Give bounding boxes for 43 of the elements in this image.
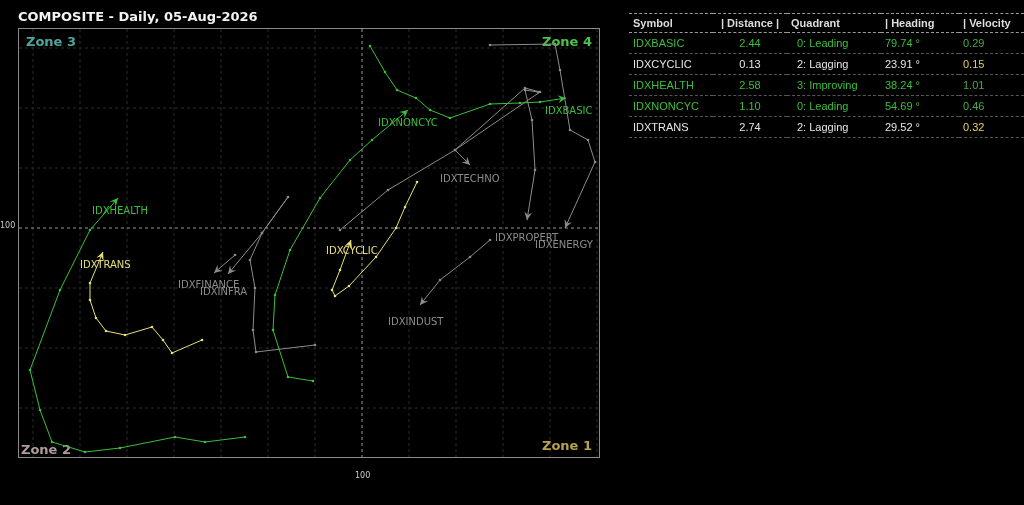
- series-label: IDXENERGY: [535, 239, 593, 250]
- table-cell: IDXTRANS: [629, 116, 713, 138]
- table-cell: 54.69 °: [881, 95, 959, 117]
- table-cell: 0: Leading: [787, 95, 881, 117]
- column-header: | Heading: [881, 13, 959, 33]
- zone-label: Zone 4: [542, 34, 592, 49]
- series-label: IDXCYCLIC: [326, 245, 378, 256]
- column-header: Symbol: [629, 13, 713, 33]
- table-cell: 0.15: [959, 53, 1024, 75]
- table-cell: 0: Leading: [787, 32, 881, 54]
- table-cell: 0.13: [713, 53, 787, 75]
- table-cell: 0.32: [959, 116, 1024, 138]
- table-cell: 0.29: [959, 32, 1024, 54]
- table-cell: 2.58: [713, 74, 787, 96]
- column-header: | Distance |: [713, 13, 787, 33]
- table-cell: 2: Lagging: [787, 116, 881, 138]
- table-cell: 38.24 °: [881, 74, 959, 96]
- table-cell: 3: Improving: [787, 74, 881, 96]
- table-cell: IDXNONCYC: [629, 95, 713, 117]
- table-cell: IDXHEALTH: [629, 74, 713, 96]
- zone-label: Zone 1: [542, 438, 592, 453]
- table-cell: 2.44: [713, 32, 787, 54]
- table-cell: 2.74: [713, 116, 787, 138]
- table-cell: 79.74 °: [881, 32, 959, 54]
- zone-label: Zone 3: [26, 34, 76, 49]
- table-cell: 29.52 °: [881, 116, 959, 138]
- series-label: IDXINFRA: [200, 286, 248, 297]
- table-cell: 0.46: [959, 95, 1024, 117]
- table-cell: 1.10: [713, 95, 787, 117]
- series-label: IDXBASIC: [545, 105, 593, 116]
- series-label: IDXINDUST: [388, 316, 444, 327]
- column-header: | Velocity: [959, 13, 1024, 33]
- table-cell: IDXBASIC: [629, 32, 713, 54]
- axis-tick-label: 100: [0, 221, 16, 230]
- column-header: Quadrant: [787, 13, 881, 33]
- axis-tick-label: 100: [355, 471, 371, 480]
- series-label: IDXTECHNO: [440, 173, 500, 184]
- table-cell: IDXCYCLIC: [629, 53, 713, 75]
- table-cell: 1.01: [959, 74, 1024, 96]
- zone-label: Zone 2: [21, 442, 71, 457]
- table-cell: 2: Lagging: [787, 53, 881, 75]
- table-cell: 23.91 °: [881, 53, 959, 75]
- chart-title: COMPOSITE - Daily, 05-Aug-2026: [18, 8, 259, 26]
